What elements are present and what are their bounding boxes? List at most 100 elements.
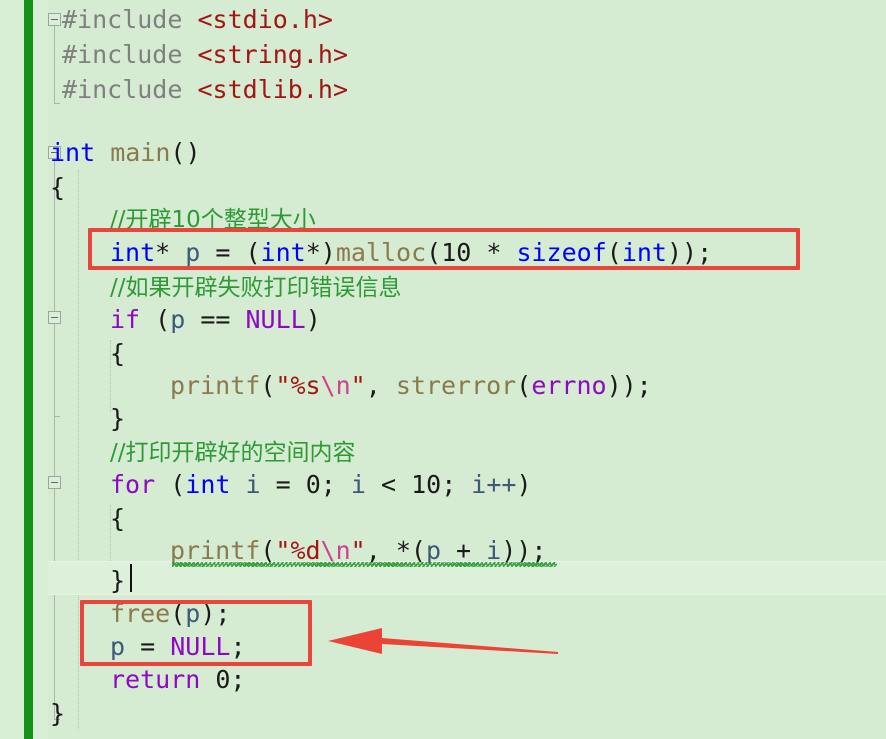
comma: , <box>365 371 396 400</box>
warning-squiggle-underline <box>172 562 557 568</box>
code-line-8[interactable]: int* p = (int*)malloc(10 * sizeof(int)); <box>110 235 712 270</box>
macro-errno: errno <box>531 371 607 400</box>
comment-print-error-on-fail: //如果开辟失败打印错误信息 <box>110 275 402 301</box>
keyword-for: for <box>110 470 156 499</box>
close-brace: } <box>50 699 66 728</box>
number-0: 0 <box>305 470 321 499</box>
variable-p: p <box>185 599 201 628</box>
assign-operator: = <box>260 470 306 499</box>
cast-open-paren: ( <box>245 238 261 267</box>
line-tail: )); <box>606 371 652 400</box>
open-paren: ( <box>516 371 532 400</box>
code-line-14[interactable]: //打印开辟好的空间内容 <box>110 436 356 471</box>
open-paren: ( <box>260 536 276 565</box>
variable-i: i <box>230 470 261 499</box>
open-paren: ( <box>140 305 171 334</box>
comment-print-allocated-space: //打印开辟好的空间内容 <box>110 440 356 466</box>
preprocessor-directive: #include <box>62 40 183 69</box>
open-paren: ( <box>170 599 186 628</box>
keyword-if: if <box>110 305 141 334</box>
function-strerror: strerror <box>395 371 517 400</box>
dereference-operator: *( <box>395 536 426 565</box>
string-quote-open: " <box>275 536 291 565</box>
parentheses: () <box>170 138 201 167</box>
variable-i: i <box>486 536 502 565</box>
code-line-7[interactable]: //开辟10个整型大小 <box>110 203 316 238</box>
line-tail: )); <box>666 238 713 267</box>
number-10: 10 <box>411 470 442 499</box>
code-line-11[interactable]: { <box>110 336 125 371</box>
code-line-20[interactable]: p = NULL; <box>110 629 246 664</box>
function-name-main: main <box>95 138 171 167</box>
keyword-int: int <box>110 238 156 267</box>
semicolon: ; <box>441 470 472 499</box>
code-line-12[interactable]: printf("%s\n", strerror(errno)); <box>170 368 652 403</box>
code-line-15[interactable]: for (int i = 0; i < 10; i++) <box>110 467 532 502</box>
preprocessor-directive: #include <box>62 5 183 34</box>
semicolon: ; <box>230 632 246 661</box>
function-free: free <box>110 599 171 628</box>
code-line-9[interactable]: //如果开辟失败打印错误信息 <box>110 271 402 306</box>
increment-expression: i++ <box>471 470 517 499</box>
code-line-13[interactable]: } <box>110 401 125 436</box>
keyword-int: int <box>50 138 96 167</box>
header-name: <string.h> <box>197 40 348 69</box>
code-line-5[interactable]: int main() <box>50 135 201 170</box>
code-editor-screenshot: #include <stdio.h> #include <string.h> #… <box>0 0 886 739</box>
keyword-return: return <box>110 665 201 694</box>
format-specifier-s: %s <box>290 371 321 400</box>
function-printf: printf <box>170 536 261 565</box>
variable-p: p <box>425 536 441 565</box>
multiply-operator: * <box>471 238 517 267</box>
code-line-18[interactable]: } <box>110 563 125 598</box>
open-brace: { <box>110 339 126 368</box>
comma: , <box>365 536 396 565</box>
keyword-int: int <box>185 470 231 499</box>
variable-p: p <box>110 632 126 661</box>
string-quote-close: " <box>350 371 366 400</box>
function-malloc: malloc <box>335 238 427 267</box>
header-name: <stdlib.h> <box>197 75 348 104</box>
cast-keyword-int: int <box>260 238 306 267</box>
semicolon: ; <box>230 665 246 694</box>
string-quote-close: " <box>350 536 366 565</box>
keyword-sizeof: sizeof <box>516 238 607 267</box>
sizeof-keyword-int: int <box>621 238 667 267</box>
preprocessor-directive: #include <box>62 75 183 104</box>
macro-null: NULL <box>170 632 231 661</box>
code-line-1[interactable]: #include <stdio.h> <box>62 2 333 37</box>
code-line-16[interactable]: { <box>110 501 125 536</box>
comment-allocate-10-ints: //开辟10个整型大小 <box>110 207 316 233</box>
code-line-19[interactable]: free(p); <box>110 596 230 631</box>
escape-newline: \n <box>320 371 351 400</box>
semicolon: ; <box>320 470 351 499</box>
code-line-21[interactable]: return 0; <box>110 662 245 697</box>
assign-operator: = <box>200 238 246 267</box>
sizeof-open-paren: ( <box>606 238 622 267</box>
variable-p: p <box>170 305 186 334</box>
line-tail: )); <box>501 536 547 565</box>
code-line-22[interactable]: } <box>50 696 65 731</box>
code-line-10[interactable]: if (p == NULL) <box>110 302 321 337</box>
open-paren: ( <box>426 238 442 267</box>
equality-operator: == <box>185 305 246 334</box>
string-quote-open: " <box>275 371 291 400</box>
header-name: <stdio.h> <box>197 5 333 34</box>
code-line-3[interactable]: #include <stdlib.h> <box>62 72 348 107</box>
close-paren: ) <box>516 470 532 499</box>
less-than-operator: < <box>365 470 412 499</box>
open-paren: ( <box>155 470 186 499</box>
code-text-area[interactable]: #include <stdio.h> #include <string.h> #… <box>0 0 886 739</box>
number-10: 10 <box>441 238 472 267</box>
function-printf: printf <box>170 371 261 400</box>
close-brace: } <box>110 404 126 433</box>
code-line-2[interactable]: #include <string.h> <box>62 37 348 72</box>
close-paren: ) <box>305 305 321 334</box>
open-paren: ( <box>260 371 276 400</box>
cast-close: *) <box>305 238 336 267</box>
macro-null: NULL <box>245 305 306 334</box>
code-line-6[interactable]: { <box>50 170 65 205</box>
